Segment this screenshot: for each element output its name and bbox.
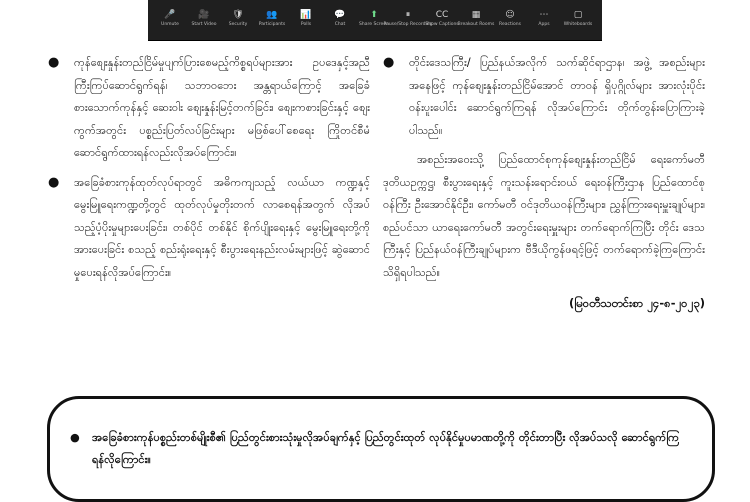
- toolbar-button-polls[interactable]: 📊 Polls: [290, 10, 322, 28]
- body-paragraph: အစည်းအဝေးသို့ ပြည်ထောင်စုကုန်စျေးနှုန်းတ…: [383, 153, 705, 279]
- toolbar-button-start-video[interactable]: 🎥 Start Video: [188, 10, 220, 28]
- toolbar-button-reactions[interactable]: ☺ Reactions: [494, 10, 526, 28]
- toolbar-button-breakout-rooms[interactable]: ▦ Breakout Rooms: [457, 10, 495, 28]
- list-item: ● အခြေခံစားကုန်ထုတ်လုပ်ရာတွင် အဓိကကျသည့်…: [48, 172, 370, 285]
- list-item: ● ကုန်စျေးနှုန်းတည်ငြိမ်မှုပျက်ပြားစေမည့…: [48, 52, 370, 165]
- left-column: ● ကုန်စျေးနှုန်းတည်ငြိမ်မှုပျက်ပြားစေမည့…: [48, 52, 370, 291]
- chat-icon: 💬: [334, 10, 346, 20]
- unmute-icon: 🎤: [164, 10, 176, 20]
- toolbar-button-label: Breakout Rooms: [457, 22, 495, 27]
- toolbar-button-label: Chat: [334, 22, 346, 27]
- toolbar-button-label: Show Captions: [425, 22, 459, 27]
- start-video-icon: 🎥: [198, 10, 210, 20]
- toolbar-button-security[interactable]: 🛡 Security: [222, 10, 254, 28]
- toolbar-button-label: Security: [228, 22, 248, 27]
- zoom-toolbar: 🎤 Unmute 🎥 Start Video 🛡 Security 👥 Participant…: [148, 10, 602, 34]
- toolbar-button-show-captions[interactable]: CC Show Captions: [425, 10, 459, 28]
- toolbar-button-whiteboards[interactable]: ▢ Whiteboards: [562, 10, 594, 28]
- toolbar-button-participants[interactable]: 👥 Participants: [256, 10, 288, 28]
- toolbar-button-label: Polls: [300, 22, 312, 27]
- toolbar-button-label: Start Video: [191, 22, 217, 27]
- breakout-rooms-icon: ▦: [471, 10, 481, 20]
- whiteboards-icon: ▢: [573, 10, 583, 20]
- security-icon: 🛡: [232, 10, 244, 20]
- toolbar-button-label: Apps: [538, 22, 550, 27]
- bullet-icon: ●: [70, 431, 80, 444]
- toolbar-button-pause-stop-recording[interactable]: ⏸ Pause/Stop Recording: [384, 10, 433, 28]
- bullet-text: အခြေခံစားကုန်ပစ္စည်းတစ်မျိုးစီ၏ ပြည်တွင်…: [92, 431, 680, 466]
- show-captions-icon: CC: [435, 10, 449, 20]
- toolbar-button-label: Unmute: [161, 22, 179, 27]
- participants-icon: 👥: [266, 10, 278, 20]
- right-column: ● တိုင်းဒေသကြီး/ ပြည်နယ်အလိုက် သက်ဆိုင်ရ…: [383, 52, 705, 315]
- bullet-icon: ●: [383, 55, 395, 70]
- bullet-text: အခြေခံစားကုန်ထုတ်လုပ်ရာတွင် အဓိကကျသည့် လ…: [74, 175, 370, 279]
- bullet-icon: ●: [48, 55, 60, 70]
- toolbar-button-label: Whiteboards: [563, 22, 593, 27]
- list-item: ● တိုင်းဒေသကြီး/ ပြည်နယ်အလိုက် သက်ဆိုင်ရ…: [383, 52, 705, 142]
- bullet-text: ကုန်စျေးနှုန်းတည်ငြိမ်မှုပျက်ပြားစေမည့်က…: [74, 56, 370, 159]
- share-screen-icon: ⬆: [370, 10, 378, 20]
- polls-icon: 📊: [300, 10, 312, 20]
- bullet-text: တိုင်းဒေသကြီး/ ပြည်နယ်အလိုက် သက်ဆိုင်ရာဌ…: [409, 56, 705, 137]
- highlight-box: ● အခြေခံစားကုန်ပစ္စည်းတစ်မျိုးစီ၏ ပြည်တွ…: [47, 396, 715, 502]
- toolbar-button-apps[interactable]: ⋯ Apps: [528, 10, 560, 28]
- toolbar-button-label: Reactions: [499, 22, 521, 27]
- toolbar-button-label: Participants: [258, 22, 286, 27]
- toolbar-button-chat[interactable]: 💬 Chat: [324, 10, 356, 28]
- source-citation: (မြဝတီသတင်းစာ ၂၄-၈-၂၀၂၃): [569, 296, 705, 310]
- pause-stop-recording-icon: ⏸: [405, 10, 411, 20]
- zoom-toolbar-screenshot: 🎤 Unmute 🎥 Start Video 🛡 Security 👥 Participant…: [148, 0, 602, 41]
- reactions-icon: ☺: [505, 10, 515, 20]
- toolbar-button-unmute[interactable]: 🎤 Unmute: [154, 10, 186, 28]
- apps-icon: ⋯: [539, 10, 549, 20]
- bullet-icon: ●: [48, 174, 60, 190]
- list-item: ● အခြေခံစားကုန်ပစ္စည်းတစ်မျိုးစီ၏ ပြည်တွ…: [70, 427, 690, 471]
